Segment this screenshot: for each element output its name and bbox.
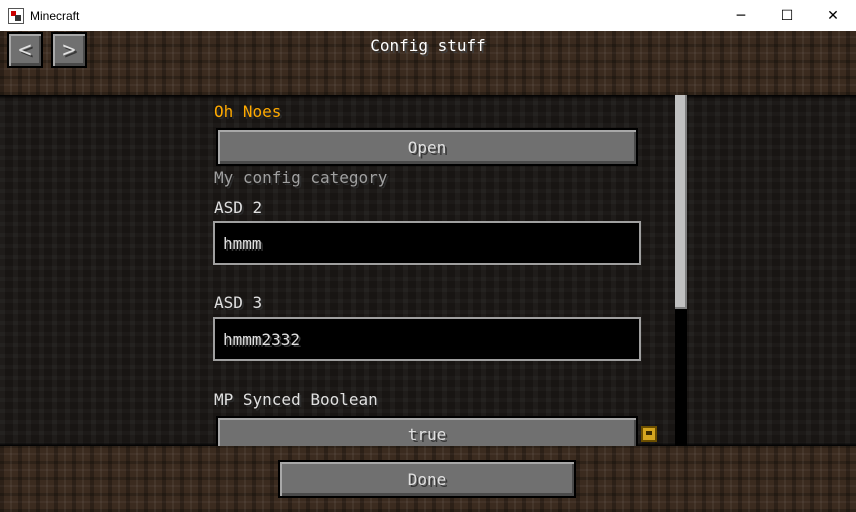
category-my-config-label: My config category bbox=[214, 168, 388, 187]
asd2-label: ASD 2 bbox=[214, 198, 263, 217]
open-button[interactable]: Open bbox=[216, 128, 638, 166]
category-oh-noes-label: Oh Noes bbox=[214, 102, 282, 121]
done-button[interactable]: Done bbox=[278, 460, 576, 498]
page-title: Config stuff bbox=[370, 36, 486, 55]
minecraft-app-icon bbox=[8, 7, 24, 24]
scrollbar-thumb[interactable] bbox=[675, 95, 687, 309]
mp-synced-label: MP Synced Boolean bbox=[214, 390, 378, 409]
maximize-button[interactable]: ☐ bbox=[764, 0, 810, 31]
close-button[interactable]: ✕ bbox=[810, 0, 856, 31]
sync-indicator-icon bbox=[641, 426, 657, 442]
asd2-input[interactable]: hmmm bbox=[213, 221, 641, 265]
minimize-button[interactable]: ─ bbox=[718, 0, 764, 31]
asd3-label: ASD 3 bbox=[214, 293, 263, 312]
window-title-bar: Minecraft ─ ☐ ✕ bbox=[0, 0, 856, 32]
window-controls: ─ ☐ ✕ bbox=[718, 0, 856, 31]
asd3-input[interactable]: hmmm2332 bbox=[213, 317, 641, 361]
window-title: Minecraft bbox=[30, 8, 80, 23]
